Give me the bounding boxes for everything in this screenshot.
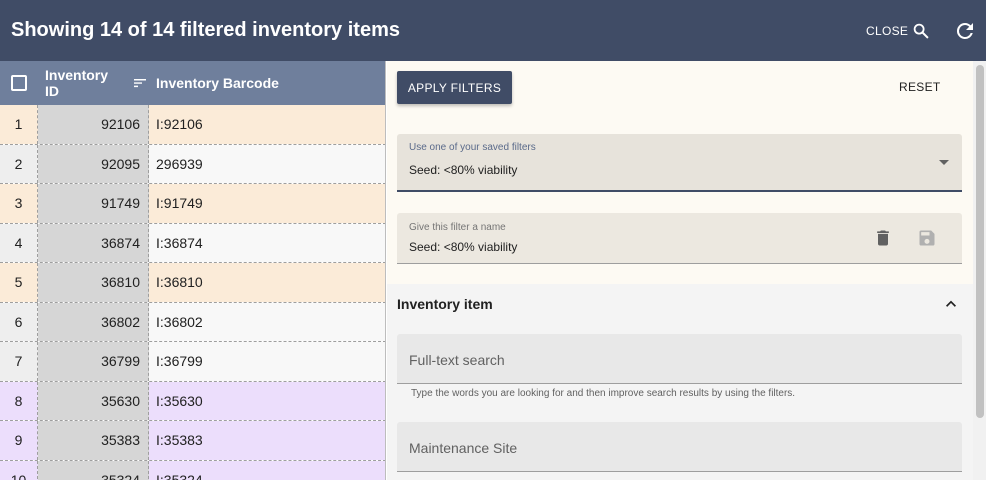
row-number-cell: 5 — [0, 263, 38, 302]
inventory-id-cell: 36799 — [38, 342, 149, 381]
column-header-inventory-id[interactable]: Inventory ID — [38, 61, 148, 105]
inventory-barcode-cell: I:91749 — [149, 184, 385, 223]
full-text-search-placeholder: Full-text search — [409, 352, 505, 368]
table-row[interactable]: 7 36799 I:36799 — [0, 342, 385, 382]
table-row[interactable]: 1 92106 I:92106 — [0, 105, 385, 145]
table-row[interactable]: 3 91749 I:91749 — [0, 184, 385, 224]
app-header: Showing 14 of 14 filtered inventory item… — [0, 0, 986, 61]
inventory-barcode-cell: I:36810 — [149, 263, 385, 302]
inventory-barcode-cell: I:36874 — [149, 223, 385, 262]
close-label: CLOSE — [866, 24, 909, 38]
select-all-checkbox[interactable] — [11, 75, 27, 91]
table-row[interactable]: 9 35383 I:35383 — [0, 421, 385, 461]
row-number-cell: 6 — [0, 302, 38, 341]
filter-name-label: Give this filter a name — [409, 222, 506, 233]
row-number-cell: 2 — [0, 144, 38, 183]
inventory-id-cell: 91749 — [38, 184, 149, 223]
chevron-down-icon — [939, 160, 949, 165]
inventory-id-cell: 36810 — [38, 263, 149, 302]
saved-filter-value: Seed: <80% viability — [409, 163, 518, 177]
inventory-barcode-cell: I:35324 — [149, 460, 385, 480]
inventory-id-cell: 35383 — [38, 421, 149, 460]
saved-filters-box: APPLY FILTERS RESET Use one of your save… — [387, 61, 973, 284]
table-body: 1 92106 I:92106 2 92095 296939 3 91749 I:91749 4 3… — [0, 105, 385, 480]
inventory-id-cell: 92095 — [38, 144, 149, 183]
section-title-inventory-item: Inventory item — [397, 296, 493, 312]
table-row[interactable]: 2 92095 296939 — [0, 144, 385, 184]
row-number-cell: 4 — [0, 223, 38, 262]
row-number-cell: 9 — [0, 421, 38, 460]
inventory-filter-screen: Showing 14 of 14 filtered inventory item… — [0, 0, 986, 480]
inventory-barcode-cell: I:36799 — [149, 342, 385, 381]
inventory-barcode-cell: I:36802 — [149, 302, 385, 341]
saved-filter-label: Use one of your saved filters — [409, 142, 536, 153]
page-title: Showing 14 of 14 filtered inventory item… — [11, 19, 400, 41]
save-icon[interactable] — [917, 228, 937, 248]
maintenance-site-input[interactable]: Maintenance Site — [397, 422, 962, 472]
inventory-barcode-cell: I:35630 — [149, 381, 385, 420]
full-text-search-helper: Type the words you are looking for and t… — [411, 388, 796, 399]
row-number-cell: 7 — [0, 342, 38, 381]
row-number-cell: 8 — [0, 381, 38, 420]
row-number-cell: 1 — [0, 105, 38, 144]
inventory-barcode-cell: I:92106 — [149, 105, 385, 144]
refresh-icon[interactable] — [953, 19, 977, 43]
inventory-id-cell: 36874 — [38, 223, 149, 262]
panel-scrollbar-thumb[interactable] — [976, 65, 984, 418]
table-row[interactable]: 6 36802 I:36802 — [0, 302, 385, 342]
inventory-barcode-cell: I:35383 — [149, 421, 385, 460]
table-row[interactable]: 4 36874 I:36874 — [0, 223, 385, 263]
sort-icon[interactable] — [132, 75, 148, 91]
inventory-barcode-cell: 296939 — [149, 144, 385, 183]
filter-panel: APPLY FILTERS RESET Use one of your save… — [387, 61, 973, 480]
close-search-button[interactable]: CLOSE — [866, 19, 930, 43]
table-row[interactable]: 5 36810 I:36810 — [0, 263, 385, 303]
table-row[interactable]: 10 35324 I:35324 — [0, 460, 385, 480]
inventory-id-cell: 35630 — [38, 381, 149, 420]
column-header-inventory-barcode[interactable]: Inventory Barcode — [148, 61, 279, 105]
search-icon — [913, 23, 929, 39]
column-label-inventory-id: Inventory ID — [45, 67, 109, 99]
table-row[interactable]: 8 35630 I:35630 — [0, 381, 385, 421]
maintenance-site-placeholder: Maintenance Site — [409, 440, 518, 456]
inventory-id-cell: 36802 — [38, 302, 149, 341]
inventory-id-cell: 35324 — [38, 460, 149, 480]
select-all-cell — [0, 61, 38, 105]
chevron-up-icon[interactable] — [941, 294, 961, 314]
delete-icon[interactable] — [873, 228, 893, 248]
filter-name-value: Seed: <80% viability — [409, 240, 518, 254]
reset-button[interactable]: RESET — [899, 75, 941, 99]
row-number-cell: 10 — [0, 460, 38, 480]
full-text-search-input[interactable]: Full-text search — [397, 334, 962, 384]
table-header: Inventory ID Inventory Barcode — [0, 61, 385, 105]
apply-filters-button[interactable]: APPLY FILTERS — [397, 71, 512, 104]
column-label-inventory-barcode: Inventory Barcode — [156, 75, 279, 91]
inventory-id-cell: 92106 — [38, 105, 149, 144]
inventory-table: Inventory ID Inventory Barcode 1 92106 I:9… — [0, 61, 386, 480]
row-number-cell: 3 — [0, 184, 38, 223]
saved-filter-select[interactable]: Use one of your saved filters Seed: <80%… — [397, 134, 962, 192]
filter-name-field[interactable]: Give this filter a name Seed: <80% viabi… — [397, 213, 962, 264]
